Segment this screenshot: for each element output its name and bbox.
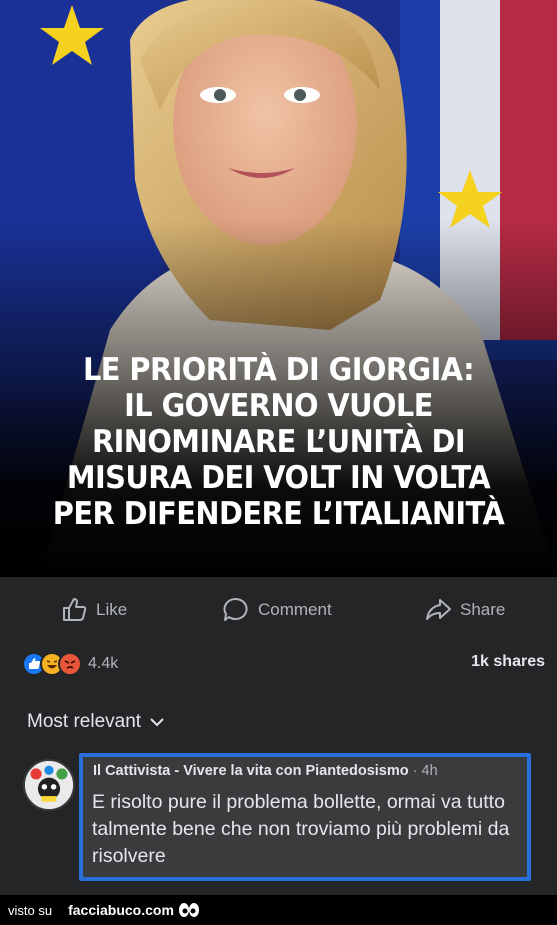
comment-bubble-icon — [223, 597, 248, 621]
headline-line: RINOMINARE L’UNITÀ DI — [91, 424, 466, 460]
reaction-count: 4.4k — [88, 655, 119, 672]
panel-bottom-edge — [0, 883, 557, 895]
share-button[interactable]: Share — [424, 593, 505, 627]
thumbs-up-icon — [63, 598, 87, 621]
angry-icon — [58, 652, 82, 676]
avatar[interactable] — [23, 759, 75, 811]
watermark-bar: visto su facciabuco.com — [0, 895, 557, 925]
comment-author[interactable]: Il Cattivista - Vivere la vita con Piant… — [93, 763, 438, 779]
comment-button[interactable]: Comment — [222, 593, 332, 627]
share-arrow-icon — [426, 599, 451, 620]
comment-author-name: Il Cattivista - Vivere la vita con Piant… — [93, 763, 409, 779]
action-bar: Like Comment Share — [0, 593, 557, 627]
like-button[interactable]: Like — [60, 593, 127, 627]
comment-text: E risolto pure il problema bollette, orm… — [92, 791, 510, 867]
shares-count[interactable]: 1k shares — [471, 653, 545, 671]
reaction-stats: 4.4k 1k shares — [22, 651, 547, 677]
comment-label: Comment — [258, 600, 332, 619]
watermark-visto: visto su — [8, 902, 53, 918]
reactions-summary[interactable]: 4.4k — [22, 651, 118, 677]
headline-line: IL GOVERNO VUOLE — [124, 388, 433, 424]
share-label: Share — [460, 600, 506, 619]
sort-label: Most relevant — [27, 711, 142, 732]
comment-bubble[interactable]: Il Cattivista - Vivere la vita con Piant… — [79, 753, 531, 881]
like-label: Like — [96, 600, 128, 619]
post-image[interactable]: LE PRIORITÀ DI GIORGIA: IL GOVERNO VUOLE… — [0, 0, 557, 577]
comment-timestamp: · 4h — [412, 763, 438, 779]
chevron-down-icon — [150, 718, 164, 727]
headline: LE PRIORITÀ DI GIORGIA: IL GOVERNO VUOLE… — [19, 352, 537, 532]
eyes-logo-icon — [178, 903, 199, 917]
headline-line: MISURA DEI VOLT IN VOLTA — [66, 460, 491, 496]
headline-line: PER DIFENDERE L’ITALIANITÀ — [52, 496, 505, 532]
comment-sort-dropdown[interactable]: Most relevant — [27, 711, 165, 733]
post-footer: Like Comment Share 4.4k 1k shares Most r… — [0, 577, 557, 895]
watermark-site[interactable]: facciabuco.com — [68, 902, 174, 918]
headline-line: LE PRIORITÀ DI GIORGIA: — [82, 352, 475, 388]
